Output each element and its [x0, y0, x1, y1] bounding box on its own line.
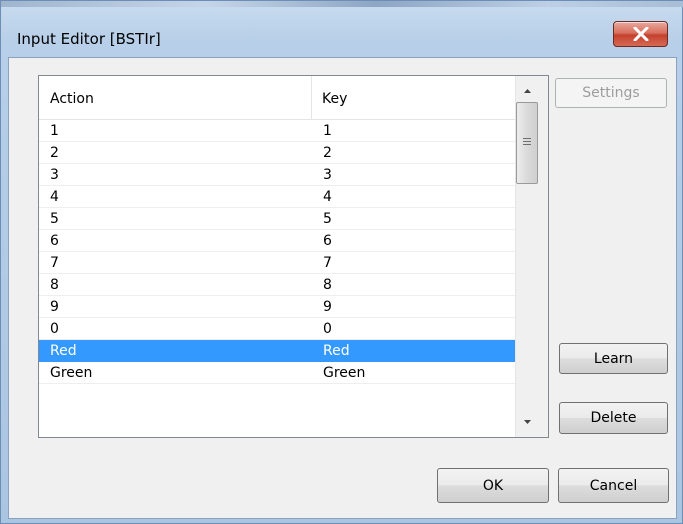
- cancel-button[interactable]: Cancel: [558, 468, 669, 503]
- list-item-key: 1: [323, 123, 332, 139]
- list-item[interactable]: 22: [39, 142, 515, 164]
- list-item-action: 3: [50, 167, 59, 183]
- list-item-action: 7: [50, 255, 59, 271]
- scroll-grip-line: [523, 141, 531, 142]
- list-item-action: Green: [50, 365, 93, 381]
- scroll-up-arrow-icon: [524, 89, 531, 93]
- list-item[interactable]: 44: [39, 186, 515, 208]
- list-item-action: 8: [50, 277, 59, 293]
- scroll-down-arrow-icon: [524, 420, 531, 424]
- vertical-scrollbar[interactable]: [515, 76, 548, 437]
- delete-button[interactable]: Delete: [559, 402, 668, 434]
- list-item[interactable]: Red Red: [39, 340, 515, 362]
- list-item-key: 0: [323, 321, 332, 337]
- column-header-action[interactable]: Action: [39, 76, 312, 119]
- scroll-grip-line: [523, 138, 531, 139]
- list-item-action: 9: [50, 299, 59, 315]
- list-item[interactable]: 00: [39, 318, 515, 340]
- client-area: Action Key 1 1 2 2 3 3 4 4 5 5 6 6 7 7 8 8 9 9 0 0 Red Red Gre…: [8, 57, 677, 519]
- learn-button[interactable]: Learn: [559, 343, 668, 374]
- list-item[interactable]: 33: [39, 164, 515, 186]
- list-content: Action Key 1 1 2 2 3 3 4 4 5 5 6 6 7 7 8 8 9 9 0 0 Red Red Gre…: [39, 76, 515, 437]
- list-item[interactable]: 55: [39, 208, 515, 230]
- scroll-up-button[interactable]: [516, 76, 548, 102]
- list-item-key: 7: [323, 255, 332, 271]
- list-item[interactable]: Green Green: [39, 362, 515, 384]
- scroll-grip-line: [523, 144, 531, 145]
- settings-button[interactable]: Settings: [555, 78, 667, 108]
- list-item-action: 5: [50, 211, 59, 227]
- list-item[interactable]: 99: [39, 296, 515, 318]
- list-item-key: 8: [323, 277, 332, 293]
- list-item[interactable]: 66: [39, 230, 515, 252]
- close-button[interactable]: [613, 21, 668, 47]
- list-item-key: Green: [323, 365, 366, 381]
- list-item-key: 6: [323, 233, 332, 249]
- list-item[interactable]: 88: [39, 274, 515, 296]
- title-bar[interactable]: Input Editor [BSTIr]: [1, 7, 683, 57]
- list-item-action: 4: [50, 189, 59, 205]
- list-item-key: 9: [323, 299, 332, 315]
- list-item-key: 4: [323, 189, 332, 205]
- list-item-action: 2: [50, 145, 59, 161]
- input-editor-window: Input Editor [BSTIr] Action Key 11223344…: [0, 0, 683, 524]
- list-item-key: 3: [323, 167, 332, 183]
- list-header: Action Key: [39, 76, 515, 120]
- list-item[interactable]: 11: [39, 120, 515, 142]
- scroll-thumb[interactable]: [516, 102, 538, 184]
- list-item-key: Red: [323, 343, 350, 359]
- close-icon: [633, 27, 649, 41]
- column-header-key[interactable]: Key: [312, 76, 515, 119]
- list-item-key: 2: [323, 145, 332, 161]
- ok-button[interactable]: OK: [437, 468, 549, 503]
- window-title: Input Editor [BSTIr]: [17, 30, 161, 48]
- scroll-down-button[interactable]: [516, 411, 548, 437]
- list-item-action: 0: [50, 321, 59, 337]
- action-key-list[interactable]: Action Key 1 1 2 2 3 3 4 4 5 5 6 6 7 7 8 8 9 9 0 0 Red Red Gre…: [38, 75, 549, 438]
- list-item-action: Red: [50, 343, 77, 359]
- list-item-key: 5: [323, 211, 332, 227]
- list-item-action: 6: [50, 233, 59, 249]
- list-item[interactable]: 77: [39, 252, 515, 274]
- list-item-action: 1: [50, 123, 59, 139]
